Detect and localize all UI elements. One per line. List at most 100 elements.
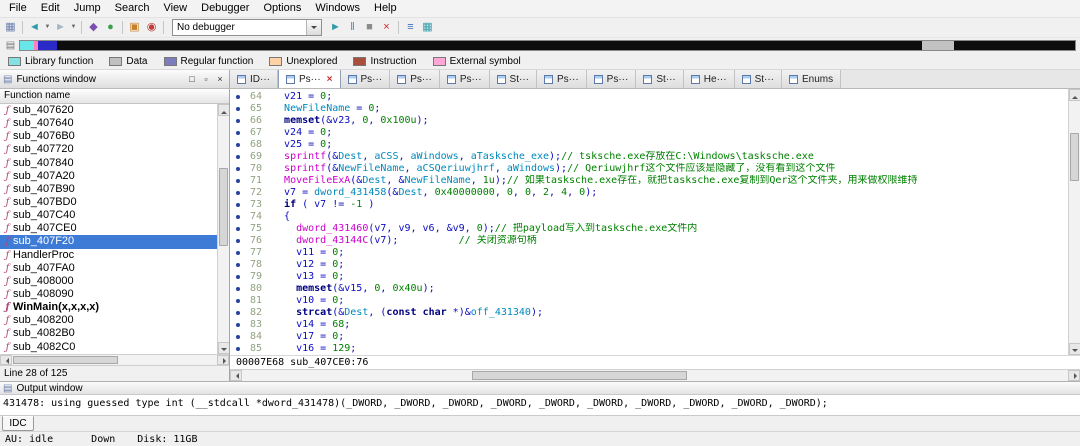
maximize-icon[interactable]: □ bbox=[186, 73, 198, 85]
function-row[interactable]: ƒsub_407FA0 bbox=[0, 262, 229, 275]
output-log[interactable]: 431478: using guessed type int (__stdcal… bbox=[0, 395, 1080, 415]
line-marker-icon[interactable] bbox=[234, 247, 244, 259]
code-line[interactable]: 82 strcat(&Dest, (const char *)&off_4313… bbox=[234, 307, 1080, 319]
tab-7[interactable]: Ps··· bbox=[587, 70, 637, 88]
scroll-thumb[interactable] bbox=[219, 168, 228, 246]
function-row[interactable]: ƒsub_4076B0 bbox=[0, 130, 229, 143]
function-row[interactable]: ƒsub_407B90 bbox=[0, 183, 229, 196]
line-marker-icon[interactable] bbox=[234, 295, 244, 307]
line-marker-icon[interactable] bbox=[234, 91, 244, 103]
line-marker-icon[interactable] bbox=[234, 139, 244, 151]
code-line[interactable]: 76 dword_43144C(v7); // 关闭资源句柄 bbox=[234, 235, 1080, 247]
jump-target-icon[interactable]: ◆ bbox=[85, 20, 102, 36]
menu-options[interactable]: Options bbox=[256, 0, 308, 17]
band-segment-5[interactable] bbox=[954, 41, 1075, 50]
line-marker-icon[interactable] bbox=[234, 103, 244, 115]
navband-settings-icon[interactable]: ▤ bbox=[2, 38, 19, 54]
desktop-layout-icon[interactable]: ▦ bbox=[2, 20, 19, 36]
float-icon[interactable]: ▫ bbox=[200, 73, 212, 85]
function-row[interactable]: ƒWinMain(x,x,x,x) bbox=[0, 301, 229, 314]
data-view-icon[interactable]: ▣ bbox=[126, 20, 143, 36]
line-marker-icon[interactable] bbox=[234, 115, 244, 127]
line-marker-icon[interactable] bbox=[234, 271, 244, 283]
line-marker-icon[interactable] bbox=[234, 259, 244, 271]
menu-help[interactable]: Help bbox=[367, 0, 404, 17]
line-marker-icon[interactable] bbox=[234, 211, 244, 223]
menu-file[interactable]: File bbox=[2, 0, 34, 17]
tab-1[interactable]: Ps···× bbox=[278, 70, 341, 88]
line-marker-icon[interactable] bbox=[234, 331, 244, 343]
code-line[interactable]: 83 v14 = 68; bbox=[234, 319, 1080, 331]
function-row[interactable]: ƒsub_4082C0 bbox=[0, 341, 229, 354]
line-marker-icon[interactable] bbox=[234, 343, 244, 355]
line-marker-icon[interactable] bbox=[234, 283, 244, 295]
code-line[interactable]: 70 sprintf(&NewFileName, aCSQeriuwjhrf, … bbox=[234, 163, 1080, 175]
function-row[interactable]: ƒsub_4082B0 bbox=[0, 327, 229, 340]
scroll-up-icon[interactable] bbox=[1069, 89, 1080, 101]
code-line[interactable]: 75 dword_431460(v7, v9, v6, &v9, 0);// 把… bbox=[234, 223, 1080, 235]
tab-2[interactable]: Ps··· bbox=[341, 70, 391, 88]
back-dropdown-icon[interactable]: ▼ bbox=[43, 20, 52, 36]
functions-vscrollbar[interactable] bbox=[217, 104, 229, 354]
code-line[interactable]: 66 memset(&v23, 0, 0x100u); bbox=[234, 115, 1080, 127]
code-vscrollbar[interactable] bbox=[1068, 89, 1080, 355]
line-marker-icon[interactable] bbox=[234, 223, 244, 235]
band-segment-0[interactable] bbox=[20, 41, 34, 50]
menu-edit[interactable]: Edit bbox=[34, 0, 67, 17]
tab-5[interactable]: St··· bbox=[490, 70, 537, 88]
scroll-track[interactable] bbox=[218, 116, 229, 342]
line-marker-icon[interactable] bbox=[234, 319, 244, 331]
scroll-thumb[interactable] bbox=[1070, 133, 1079, 181]
chevron-down-icon[interactable] bbox=[306, 20, 321, 35]
code-line[interactable]: 72 v7 = dword_431458(&Dest, 0x40000000, … bbox=[234, 187, 1080, 199]
tab-idc[interactable]: IDC bbox=[2, 416, 34, 431]
function-row[interactable]: ƒsub_407BD0 bbox=[0, 196, 229, 209]
line-marker-icon[interactable] bbox=[234, 127, 244, 139]
band-segment-4[interactable] bbox=[922, 41, 954, 50]
close-icon[interactable]: × bbox=[214, 73, 226, 85]
cancel-debug-icon[interactable]: × bbox=[378, 20, 395, 36]
scroll-down-icon[interactable] bbox=[1069, 343, 1080, 355]
code-line[interactable]: 77 v11 = 0; bbox=[234, 247, 1080, 259]
scroll-down-icon[interactable] bbox=[218, 342, 229, 354]
tab-0[interactable]: ID··· bbox=[230, 70, 278, 88]
tab-3[interactable]: Ps··· bbox=[390, 70, 440, 88]
scroll-track[interactable] bbox=[1069, 101, 1080, 343]
pseudocode-view[interactable]: 64 v21 = 0;65 NewFileName = 0;66 memset(… bbox=[230, 89, 1080, 355]
scroll-right-icon[interactable] bbox=[1068, 370, 1080, 381]
menu-debugger[interactable]: Debugger bbox=[194, 0, 256, 17]
scroll-left-icon[interactable] bbox=[0, 355, 12, 365]
menu-windows[interactable]: Windows bbox=[308, 0, 367, 17]
code-line[interactable]: 69 sprintf(&Dest, aCSS, aWindows, aTasks… bbox=[234, 151, 1080, 163]
tab-10[interactable]: St··· bbox=[735, 70, 782, 88]
code-line[interactable]: 78 v12 = 0; bbox=[234, 259, 1080, 271]
code-hscrollbar[interactable] bbox=[230, 369, 1080, 381]
code-line[interactable]: 79 v13 = 0; bbox=[234, 271, 1080, 283]
bookmark-icon[interactable]: ◉ bbox=[143, 20, 160, 36]
column-header-function-name[interactable]: Function name bbox=[0, 89, 229, 104]
menu-search[interactable]: Search bbox=[108, 0, 157, 17]
line-marker-icon[interactable] bbox=[234, 187, 244, 199]
function-row[interactable]: ƒsub_408000 bbox=[0, 275, 229, 288]
code-line[interactable]: 68 v25 = 0; bbox=[234, 139, 1080, 151]
line-marker-icon[interactable] bbox=[234, 151, 244, 163]
function-row[interactable]: ƒsub_408090 bbox=[0, 288, 229, 301]
function-row[interactable]: ƒsub_407CE0 bbox=[0, 222, 229, 235]
code-line[interactable]: 73 if ( v7 != -1 ) bbox=[234, 199, 1080, 211]
line-marker-icon[interactable] bbox=[234, 175, 244, 187]
menu-view[interactable]: View bbox=[156, 0, 194, 17]
pause-process-icon[interactable]: ‖ bbox=[344, 20, 361, 36]
function-row[interactable]: ƒsub_408200 bbox=[0, 314, 229, 327]
close-tab-icon[interactable]: × bbox=[327, 74, 333, 85]
scroll-right-icon[interactable] bbox=[217, 355, 229, 365]
function-row[interactable]: ƒsub_407A20 bbox=[0, 170, 229, 183]
back-icon[interactable]: ◄ bbox=[26, 20, 43, 36]
function-row[interactable]: ƒsub_407720 bbox=[0, 143, 229, 156]
scroll-thumb[interactable] bbox=[13, 356, 118, 364]
code-line[interactable]: 81 v10 = 0; bbox=[234, 295, 1080, 307]
menu-jump[interactable]: Jump bbox=[67, 0, 108, 17]
tab-8[interactable]: St··· bbox=[636, 70, 683, 88]
tab-9[interactable]: He··· bbox=[684, 70, 735, 88]
navigation-band[interactable] bbox=[19, 40, 1076, 51]
segments-icon[interactable]: ≡ bbox=[402, 20, 419, 36]
